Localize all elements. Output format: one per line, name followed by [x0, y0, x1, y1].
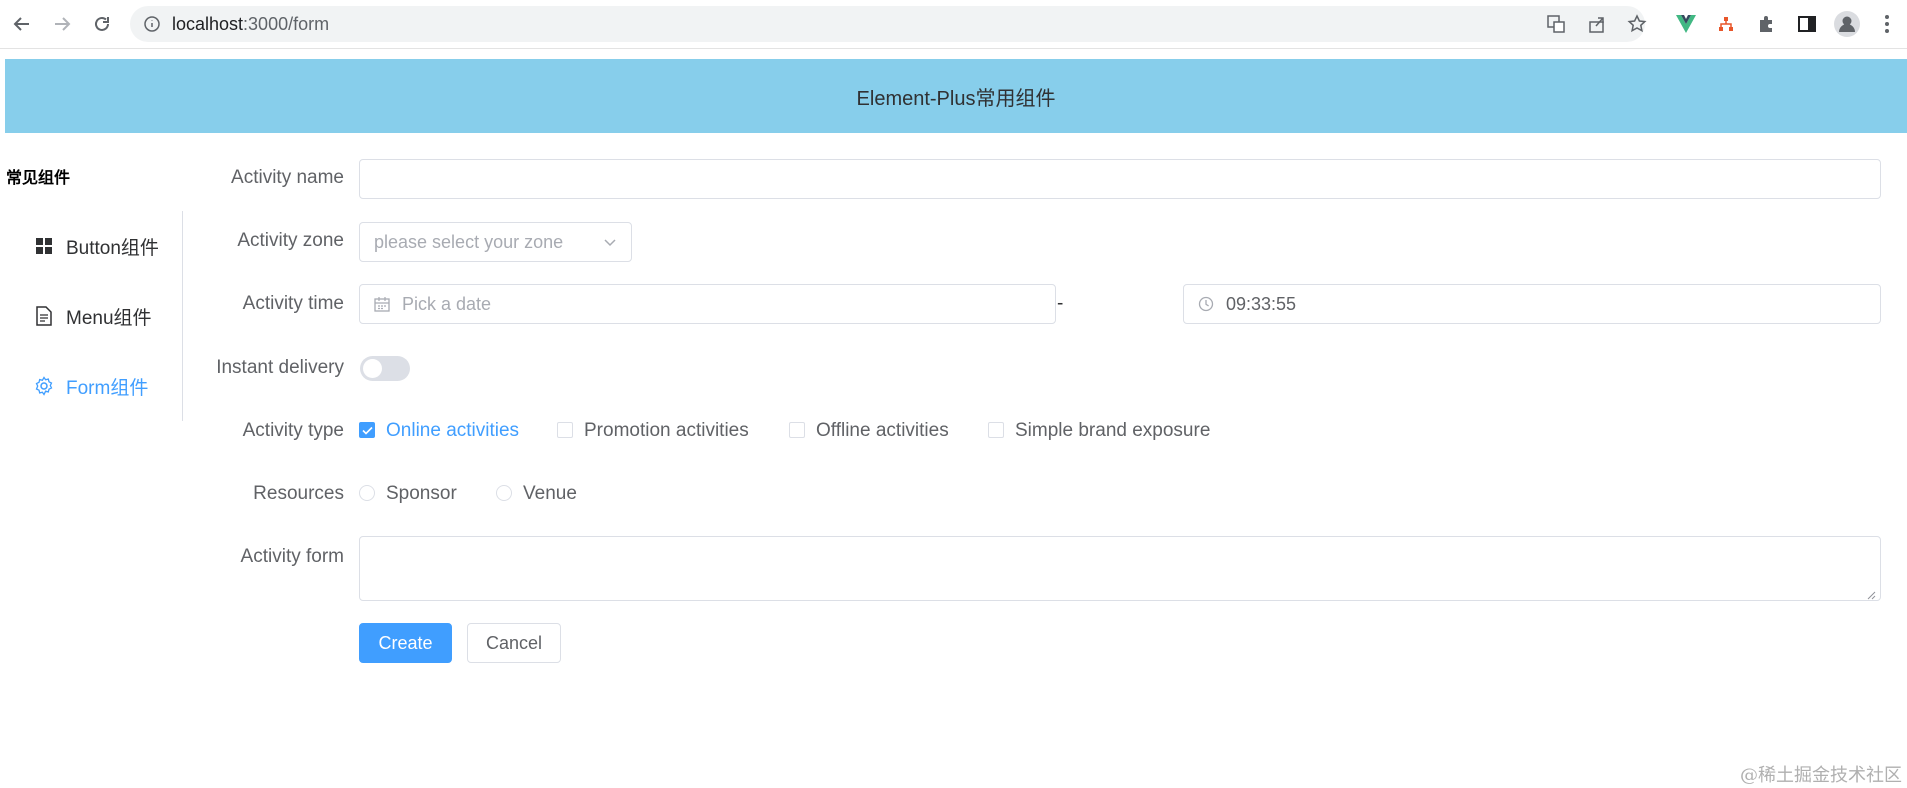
- sitemap-extension-icon[interactable]: [1713, 11, 1739, 37]
- radio-label[interactable]: Sponsor: [386, 483, 457, 505]
- checkbox-label[interactable]: Offline activities: [816, 420, 949, 442]
- checkbox-label[interactable]: Simple brand exposure: [1015, 420, 1210, 442]
- time-value: 09:33:55: [1226, 293, 1297, 314]
- resize-handle-icon[interactable]: [1866, 587, 1876, 605]
- url-host: localhost: [172, 14, 244, 34]
- activity-form-label: Activity form: [240, 546, 344, 567]
- forward-arrow-icon[interactable]: [48, 10, 76, 38]
- zone-placeholder: please select your zone: [374, 231, 564, 252]
- share-icon[interactable]: [1584, 11, 1610, 37]
- activity-zone-label: Activity zone: [237, 230, 344, 251]
- checkbox-offline-activities[interactable]: [789, 422, 805, 438]
- cancel-button[interactable]: Cancel: [467, 623, 561, 663]
- activity-zone-select[interactable]: please select your zone: [359, 222, 632, 262]
- translate-icon[interactable]: [1543, 11, 1569, 37]
- clock-icon: [1198, 296, 1214, 312]
- checkbox-online-activities[interactable]: [359, 422, 375, 438]
- calendar-icon: [374, 296, 390, 312]
- star-icon[interactable]: [1624, 11, 1650, 37]
- activity-name-label: Activity name: [231, 167, 344, 188]
- activity-form-textarea[interactable]: [359, 536, 1881, 601]
- side-panel-icon[interactable]: [1794, 11, 1820, 37]
- radio-sponsor[interactable]: [359, 485, 375, 501]
- resources-label: Resources: [253, 483, 344, 504]
- chevron-down-icon: [603, 235, 617, 254]
- activity-time-label: Activity time: [242, 293, 344, 314]
- url-text[interactable]: localhost:3000/form: [172, 14, 329, 35]
- activity-type-label: Activity type: [242, 420, 344, 441]
- vue-devtools-icon[interactable]: [1673, 11, 1699, 37]
- time-picker-input[interactable]: 09:33:55: [1183, 284, 1881, 324]
- watermark: @稀土掘金技术社区: [1740, 765, 1902, 786]
- url-path: :3000/form: [243, 14, 330, 34]
- profile-avatar-icon[interactable]: [1834, 11, 1860, 37]
- info-icon[interactable]: [144, 16, 160, 32]
- kebab-menu-icon[interactable]: [1874, 11, 1900, 37]
- switch-knob: [363, 359, 382, 378]
- page-title: Element-Plus常用组件: [856, 87, 1056, 110]
- radio-venue[interactable]: [496, 485, 512, 501]
- checkbox-label[interactable]: Promotion activities: [584, 420, 749, 442]
- checkbox-label[interactable]: Online activities: [386, 420, 519, 442]
- instant-delivery-label: Instant delivery: [216, 357, 344, 378]
- back-arrow-icon[interactable]: [8, 10, 36, 38]
- address-bar[interactable]: [130, 6, 1645, 42]
- reload-icon[interactable]: [88, 10, 116, 38]
- activity-name-input[interactable]: [359, 159, 1881, 199]
- date-placeholder: Pick a date: [402, 293, 492, 314]
- gear-icon: [34, 376, 54, 396]
- checkbox-simple-brand-exposure[interactable]: [988, 422, 1004, 438]
- date-picker-input[interactable]: Pick a date: [359, 284, 1056, 324]
- time-range-separator: -: [1057, 293, 1064, 314]
- radio-label[interactable]: Venue: [523, 483, 577, 505]
- checkbox-promotion-activities[interactable]: [557, 422, 573, 438]
- puzzle-icon[interactable]: [1753, 11, 1779, 37]
- checkmark-icon: [361, 426, 373, 435]
- page-header: Element-Plus常用组件: [5, 59, 1907, 133]
- create-button[interactable]: Create: [359, 623, 452, 663]
